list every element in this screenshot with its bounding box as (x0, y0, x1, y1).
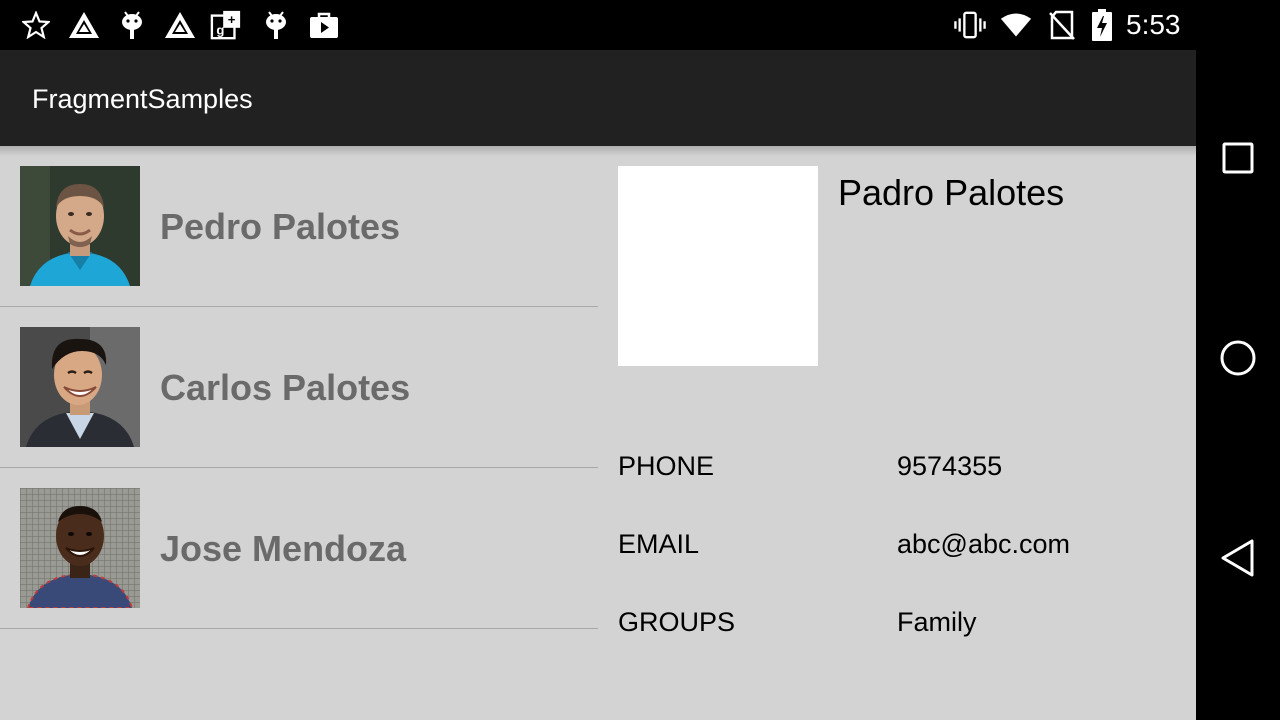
drive-icon (164, 9, 196, 41)
recents-button[interactable] (1208, 130, 1268, 190)
contact-name: Carlos Palotes (160, 367, 411, 408)
home-button[interactable] (1208, 330, 1268, 390)
contact-list-item[interactable]: Carlos Palotes (0, 307, 598, 468)
phone-label: PHONE (618, 451, 715, 481)
contact-detail: Padro Palotes PHONE 9574355 EMAIL abc@ab… (598, 146, 1196, 720)
battery-charging-icon (1086, 9, 1118, 41)
play-store-icon (308, 9, 340, 41)
svg-text:+: + (228, 12, 236, 27)
detail-name: Padro Palotes (838, 172, 1065, 213)
navigation-bar (1196, 0, 1280, 720)
email-value: abc@abc.com (897, 529, 1070, 559)
back-icon (1219, 539, 1257, 582)
status-time: 5:53 (1126, 9, 1181, 40)
no-sim-icon (1046, 9, 1078, 41)
phone-value: 9574355 (897, 451, 1003, 481)
contact-name: Jose Mendoza (160, 528, 407, 569)
contact-name: Pedro Palotes (160, 206, 401, 247)
star-icon (20, 9, 52, 41)
svg-text:g: g (216, 22, 224, 37)
contact-avatar (20, 327, 140, 447)
groups-label: GROUPS (618, 607, 736, 637)
detail-photo (618, 166, 818, 366)
groups-value: Family (897, 607, 977, 637)
home-icon (1219, 339, 1257, 382)
contact-list-item[interactable]: Jose Mendoza (0, 468, 598, 629)
contact-avatar (20, 166, 140, 286)
android-icon (116, 9, 148, 41)
content-area: Pedro Palotes Carlos Palotes Jose Mendoz… (0, 146, 1196, 720)
status-bar: + g 5:53 (0, 0, 1196, 50)
contact-avatar (20, 488, 140, 608)
contact-list: Pedro Palotes Carlos Palotes Jose Mendoz… (0, 146, 598, 720)
back-button[interactable] (1208, 530, 1268, 590)
wifi-icon (1000, 9, 1032, 41)
recents-icon (1221, 141, 1255, 180)
drive-icon (68, 9, 100, 41)
vibrate-icon (954, 9, 986, 41)
google-plus-icon: + g (210, 9, 242, 41)
action-bar: FragmentSamples (0, 50, 1196, 146)
email-label: EMAIL (618, 529, 700, 559)
contact-list-item[interactable]: Pedro Palotes (0, 146, 598, 307)
app-title: FragmentSamples (32, 84, 253, 114)
android-icon (260, 9, 292, 41)
